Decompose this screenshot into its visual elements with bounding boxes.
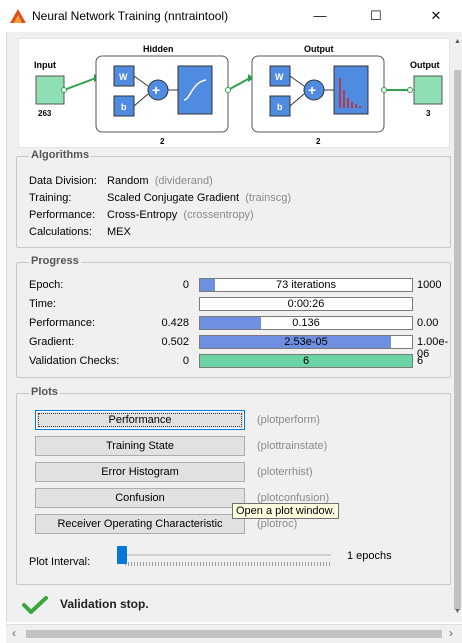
status-text: Validation stop.	[60, 597, 149, 611]
plot-function-name: (plottrainstate)	[257, 440, 328, 452]
plot-performance-button[interactable]: Performance	[35, 410, 245, 430]
checkmark-icon	[22, 596, 48, 617]
progress-title: Progress	[29, 255, 81, 267]
progress-bar: 0:00:26	[199, 297, 413, 311]
input-label: Input	[34, 60, 56, 70]
plot-interval-ticks	[125, 562, 331, 566]
vertical-scrollbar[interactable]: ▲ ▼	[453, 32, 462, 622]
plot-function-name: (plotroc)	[257, 518, 298, 530]
progress-label: Validation Checks:	[29, 355, 120, 367]
svg-text:+: +	[308, 82, 316, 98]
algorithms-title: Algorithms	[29, 149, 92, 161]
progress-value: 0:00:26	[287, 298, 325, 310]
svg-text:b: b	[121, 102, 127, 112]
plot-training-state-button[interactable]: Training State	[35, 436, 245, 456]
plot-error-histogram-button[interactable]: Error Histogram	[35, 462, 245, 482]
progress-max: 1000	[417, 279, 442, 291]
progress-min: 0.428	[161, 317, 189, 329]
output-label: Output	[410, 60, 440, 70]
algorithm-row: Performance: Cross-Entropy (crossentropy)	[29, 209, 254, 221]
progress-value: 2.53e-05	[284, 336, 328, 348]
input-box	[35, 75, 65, 105]
output-layer-label: Output	[304, 44, 334, 54]
progress-max: 0.00	[417, 317, 439, 329]
scroll-down-icon[interactable]: ▼	[454, 608, 461, 615]
svg-text:W: W	[275, 72, 284, 82]
scroll-up-icon[interactable]: ▲	[454, 38, 461, 45]
progress-min: 0	[182, 279, 189, 291]
plots-title: Plots	[29, 386, 60, 398]
hidden-label: Hidden	[143, 44, 174, 54]
scroll-left-icon[interactable]: ‹	[12, 626, 16, 640]
progress-label: Time:	[29, 298, 57, 310]
close-button[interactable]: ✕	[416, 4, 456, 28]
progress-label: Gradient:	[29, 336, 75, 348]
matlab-icon	[10, 9, 26, 26]
progress-value: 6	[302, 355, 310, 367]
progress-value: 0.136	[292, 317, 320, 329]
progress-value: 73 iterations	[276, 279, 336, 291]
output-size: 3	[426, 109, 431, 118]
svg-text:W: W	[119, 72, 128, 82]
progress-min: 0.502	[161, 336, 189, 348]
horizontal-scroll-thumb[interactable]	[26, 630, 442, 638]
algorithm-row: Calculations: MEX	[29, 226, 131, 238]
window-title: Neural Network Training (nntraintool)	[32, 9, 229, 23]
vertical-scroll-thumb[interactable]	[454, 70, 461, 610]
network-diagram: Input 263 Hidden W b + 2 Output W b + 2 …	[18, 38, 450, 148]
output-transfer-box	[333, 65, 369, 115]
plot-interval-value: 1 epochs	[347, 550, 392, 562]
progress-panel: Progress Epoch: 0 73 iterations 1000 Time: 0:…	[16, 255, 451, 378]
plot-function-name: (ploterrhist)	[257, 466, 313, 478]
hidden-size: 2	[160, 137, 165, 146]
output-box	[413, 75, 443, 105]
progress-label: Epoch:	[29, 279, 64, 291]
plot-interval-label: Plot Interval:	[29, 556, 91, 568]
plot-confusion-button[interactable]: Confusion	[35, 488, 245, 508]
progress-bar: 0.136	[199, 316, 413, 330]
horizontal-scrollbar[interactable]: ‹ ›	[6, 624, 462, 643]
algorithm-row: Data Division: Random (dividerand)	[29, 175, 213, 187]
plot-function-name: (plotperform)	[257, 414, 320, 426]
algorithms-panel: Algorithms Data Division: Random (divider…	[16, 149, 451, 248]
plot-interval-track	[121, 554, 331, 556]
plot-tooltip: Open a plot window.	[232, 503, 340, 519]
minimize-button[interactable]: —	[300, 4, 340, 28]
input-size: 263	[38, 109, 52, 118]
progress-bar: 2.53e-05	[199, 335, 413, 349]
maximize-button[interactable]: ☐	[356, 4, 396, 28]
svg-text:b: b	[277, 102, 283, 112]
progress-max: 6	[417, 355, 424, 367]
algorithm-row: Training: Scaled Conjugate Gradient (trai…	[29, 192, 292, 204]
scroll-right-icon[interactable]: ›	[449, 626, 453, 640]
hidden-transfer-box	[177, 65, 213, 115]
progress-bar: 73 iterations	[199, 278, 413, 292]
plots-panel: Plots Performance (plotperform) Training S…	[16, 386, 451, 585]
title-bar: Neural Network Training (nntraintool) — …	[0, 0, 462, 32]
plot-interval-slider[interactable]	[117, 546, 127, 564]
plot-roc-button[interactable]: Receiver Operating Characteristic	[35, 514, 245, 534]
svg-text:+: +	[152, 82, 160, 98]
progress-bar: 6	[199, 354, 413, 368]
progress-label: Performance:	[29, 317, 96, 329]
output-layer-size: 2	[316, 137, 321, 146]
progress-min: 0	[182, 355, 189, 367]
